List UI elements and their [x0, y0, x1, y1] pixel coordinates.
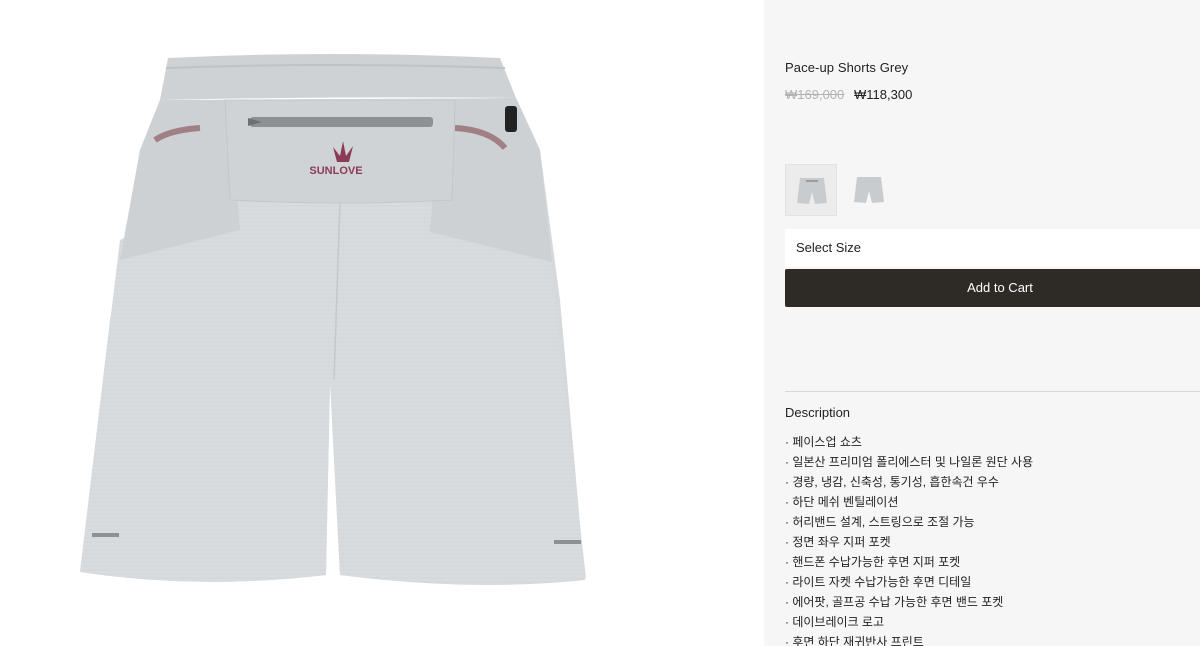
section-divider	[785, 391, 1200, 392]
shorts-back-thumb-icon	[797, 178, 827, 204]
description-item: · 정면 좌우 지퍼 포켓	[785, 535, 891, 549]
size-select[interactable]: Select Size	[785, 229, 1200, 267]
description-item: · 하단 메쉬 벤틸레이션	[785, 495, 899, 509]
description-list: · 페이스업 쇼츠 · 일본산 프리미엄 폴리에스터 및 나일론 원단 사용 ·…	[785, 432, 1033, 646]
product-title: Pace-up Shorts Grey	[785, 60, 909, 75]
brand-logo-text: SUNLOVE	[309, 165, 362, 177]
description-item: · 후면 하단 재귀반사 프린트	[785, 635, 924, 646]
description-item: · 데이브레이크 로고	[785, 615, 884, 629]
description-item: · 핸드폰 수납가능한 후면 지퍼 포켓	[785, 555, 961, 569]
add-to-cart-button[interactable]: Add to Cart	[785, 269, 1200, 307]
description-heading: Description	[785, 405, 851, 420]
sale-price: ₩118,300	[854, 87, 913, 102]
description-item: · 라이트 자켓 수납가능한 후면 디테일	[785, 575, 972, 589]
product-info-panel: Pace-up Shorts Grey ₩169,000 ₩118,300 Se…	[764, 0, 1200, 646]
description-item: · 페이스업 쇼츠	[785, 435, 862, 449]
original-price: ₩169,000	[785, 87, 845, 102]
description-item: · 일본산 프리미엄 폴리에스터 및 나일론 원단 사용	[785, 455, 1034, 469]
description-item: · 허리밴드 설계, 스트링으로 조절 가능	[785, 515, 975, 529]
thumbnail-back-view[interactable]	[785, 164, 837, 216]
thumbnail-front-view[interactable]	[843, 164, 895, 216]
product-image-area: SUNLOVE	[0, 0, 764, 646]
description-item: · 경량, 냉감, 신축성, 통기성, 흡한속건 우수	[785, 475, 999, 489]
shorts-front-thumb-icon	[854, 177, 884, 203]
product-image-shorts-back[interactable]: SUNLOVE	[0, 0, 764, 646]
description-item: · 에어팟, 골프공 수납 가능한 후면 밴드 포켓	[785, 595, 1004, 609]
